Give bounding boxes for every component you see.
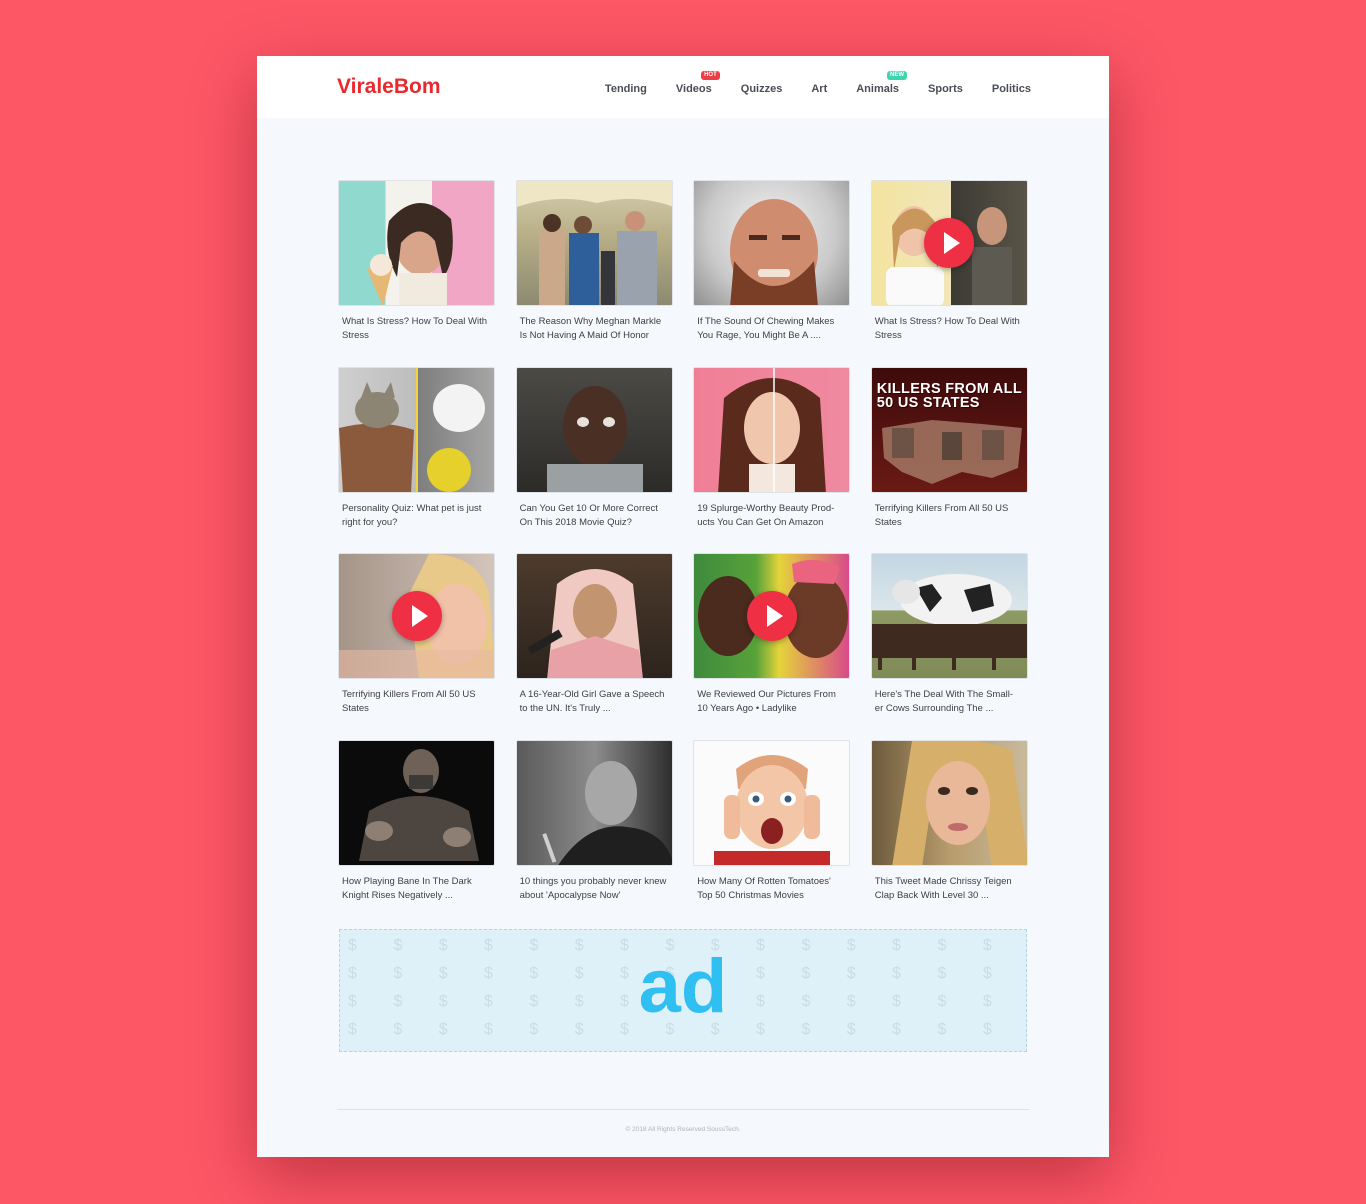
- nav-label: Animals: [856, 83, 900, 95]
- article-card[interactable]: How Playing Bane In The Dark Knight Rise…: [338, 739, 495, 927]
- article-title[interactable]: Terrifying Killers From All 50 US States: [338, 679, 495, 721]
- article-thumbnail[interactable]: [870, 739, 1028, 866]
- nav-item-videos[interactable]: Videos HOT: [675, 71, 720, 96]
- article-thumbnail[interactable]: [338, 180, 495, 306]
- article-thumbnail[interactable]: [870, 180, 1028, 306]
- article-card[interactable]: Can You Get 10 Or More Correct On This 2…: [515, 366, 673, 554]
- nav-item-tending[interactable]: Tending: [605, 82, 647, 96]
- article-title[interactable]: What Is Stress? How To Deal With Stress: [338, 306, 495, 348]
- nav-item-quizzes[interactable]: Quizzes: [741, 82, 783, 96]
- page: ViraleBom Tending Videos HOT Quizzes Art …: [257, 56, 1109, 1157]
- site-logo[interactable]: ViraleBom: [337, 75, 441, 99]
- article-thumbnail[interactable]: [870, 553, 1028, 679]
- article-thumbnail[interactable]: [338, 739, 495, 866]
- hot-badge: HOT: [701, 71, 720, 80]
- article-title[interactable]: How Playing Bane In The Dark Knight Rise…: [338, 866, 495, 908]
- article-thumbnail[interactable]: [515, 366, 673, 493]
- nav-label: Art: [811, 83, 828, 95]
- article-card[interactable]: Here's The Deal With The Small- er Cows …: [870, 553, 1028, 740]
- nav-label: Videos: [675, 83, 712, 95]
- article-card[interactable]: If The Sound Of Chewing Makes You Rage, …: [693, 180, 851, 367]
- article-title[interactable]: Can You Get 10 Or More Correct On This 2…: [516, 493, 673, 535]
- article-thumbnail[interactable]: [515, 739, 673, 866]
- nav-label: Tending: [604, 83, 647, 95]
- article-card[interactable]: What Is Stress? How To Deal With Stress: [870, 180, 1028, 367]
- article-title[interactable]: The Reason Why Meghan Markle Is Not Havi…: [516, 306, 673, 348]
- nav-label: Quizzes: [740, 83, 783, 95]
- play-icon[interactable]: [924, 218, 975, 268]
- nav-item-sports[interactable]: Sports: [928, 82, 963, 96]
- article-title[interactable]: What Is Stress? How To Deal With Stress: [871, 306, 1028, 348]
- article-thumbnail[interactable]: [338, 553, 495, 679]
- article-card[interactable]: Personality Quiz: What pet is just right…: [338, 366, 495, 554]
- nav-label: Sports: [928, 83, 963, 95]
- article-thumbnail[interactable]: [338, 366, 495, 493]
- article-thumbnail[interactable]: [515, 553, 673, 679]
- nav-item-politics[interactable]: Politics: [992, 82, 1031, 96]
- site-header: ViraleBom Tending Videos HOT Quizzes Art …: [257, 56, 1109, 118]
- article-card[interactable]: 10 things you probably never knew about …: [515, 739, 673, 927]
- article-thumbnail[interactable]: [693, 553, 851, 679]
- article-title[interactable]: Terrifying Killers From All 50 US States: [871, 493, 1028, 535]
- article-title[interactable]: A 16-Year-Old Girl Gave a Speech to the …: [516, 679, 673, 721]
- article-grid: What Is Stress? How To Deal With Stress …: [338, 180, 1028, 926]
- article-thumbnail[interactable]: KILLERS FROM ALL 50 US STATES: [870, 366, 1028, 493]
- article-card[interactable]: The Reason Why Meghan Markle Is Not Havi…: [515, 180, 673, 367]
- article-card[interactable]: How Many Of Rotten Tomatoes' Top 50 Chri…: [693, 739, 851, 927]
- article-title[interactable]: Personality Quiz: What pet is just right…: [338, 493, 495, 535]
- main-nav: Tending Videos HOT Quizzes Art Animals NEW…: [576, 56, 1031, 118]
- article-title[interactable]: How Many Of Rotten Tomatoes' Top 50 Chri…: [693, 866, 850, 908]
- article-thumbnail[interactable]: [693, 739, 851, 866]
- article-thumbnail[interactable]: [693, 180, 851, 306]
- nav-label: Politics: [991, 83, 1031, 95]
- play-icon[interactable]: [391, 591, 442, 641]
- ad-label: ad: [638, 943, 728, 1029]
- nav-item-animals[interactable]: Animals NEW: [856, 71, 908, 96]
- article-card[interactable]: What Is Stress? How To Deal With Stress: [338, 180, 495, 367]
- footer-copyright: © 2018 All Rights Reserved SoussTech.: [625, 1126, 741, 1133]
- play-icon[interactable]: [746, 591, 797, 641]
- footer-divider: [337, 1109, 1029, 1110]
- article-title[interactable]: We Reviewed Our Pictures From 10 Years A…: [693, 679, 850, 721]
- nav-item-art[interactable]: Art: [811, 82, 827, 96]
- article-card[interactable]: This Tweet Made Chrissy Teigen Clap Back…: [870, 739, 1028, 927]
- article-card[interactable]: Terrifying Killers From All 50 US States: [338, 553, 495, 740]
- article-card[interactable]: KILLERS FROM ALL 50 US STATES Terrifying…: [870, 366, 1028, 554]
- article-title[interactable]: This Tweet Made Chrissy Teigen Clap Back…: [871, 866, 1028, 908]
- new-badge: NEW: [887, 71, 908, 80]
- article-title[interactable]: If The Sound Of Chewing Makes You Rage, …: [693, 306, 850, 348]
- ad-banner[interactable]: $ $ $ $ $ $ $ $ $ $ $ $ $ $ $ $ $ $ $ $ …: [339, 929, 1027, 1052]
- article-thumbnail[interactable]: [693, 366, 851, 493]
- article-title[interactable]: 10 things you probably never knew about …: [516, 866, 673, 908]
- thumbnail-overlay-text: KILLERS FROM ALL 50 US STATES: [876, 380, 1022, 411]
- article-card[interactable]: We Reviewed Our Pictures From 10 Years A…: [693, 553, 851, 740]
- article-title[interactable]: Here's The Deal With The Small- er Cows …: [871, 679, 1028, 721]
- article-title[interactable]: 19 Splurge-Worthy Beauty Prod- ucts You …: [693, 493, 850, 535]
- article-card[interactable]: A 16-Year-Old Girl Gave a Speech to the …: [515, 553, 673, 740]
- article-thumbnail[interactable]: [515, 180, 673, 306]
- article-card[interactable]: 19 Splurge-Worthy Beauty Prod- ucts You …: [693, 366, 851, 554]
